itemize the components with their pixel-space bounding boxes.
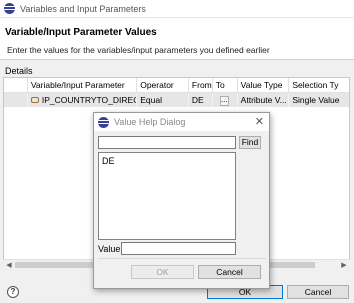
list-item[interactable]: DE — [102, 156, 232, 166]
input-parameter-icon — [30, 96, 39, 103]
column-header-operator[interactable]: Operator — [137, 78, 189, 93]
page-title: Variable/Input Parameter Values — [5, 27, 157, 38]
dialog-search-input[interactable] — [98, 136, 236, 149]
eclipse-app-icon — [98, 116, 109, 128]
scroll-left-icon[interactable]: ◀ — [4, 261, 14, 270]
row-spacer-cell — [4, 93, 28, 107]
column-header-selection-type[interactable]: Selection Ty — [289, 78, 349, 93]
find-button[interactable]: Find — [239, 136, 261, 149]
wizard-header: Variable/Input Parameter Values Enter th… — [0, 18, 354, 60]
parameter-name: IP_COUNTRYTO_DIRECT — [41, 95, 138, 105]
dialog-divider — [98, 258, 266, 259]
value-type-cell[interactable]: Attribute V... — [238, 93, 290, 107]
to-browse-button[interactable]: ... — [219, 95, 229, 106]
cancel-button[interactable]: Cancel — [287, 285, 349, 299]
help-icon[interactable]: ? — [7, 286, 19, 298]
from-cell[interactable]: DE — [189, 93, 213, 107]
value-input[interactable] — [121, 242, 236, 255]
window-titlebar: Variables and Input Parameters — [0, 0, 354, 18]
values-list[interactable]: DE — [98, 152, 236, 240]
page-subtitle: Enter the values for the variables/input… — [7, 45, 270, 55]
to-cell[interactable]: ... — [213, 93, 238, 107]
column-header-to[interactable]: To — [213, 78, 238, 93]
value-help-dialog: Value Help Dialog ✕ Find DE Value: OK Ca… — [93, 112, 270, 289]
eclipse-app-icon — [4, 3, 15, 14]
value-label: Value: — [98, 244, 123, 254]
column-header-icon[interactable] — [4, 78, 28, 93]
dialog-cancel-button[interactable]: Cancel — [198, 265, 261, 279]
column-header-parameter[interactable]: Variable/Input Parameter — [28, 78, 138, 93]
close-icon[interactable]: ✕ — [255, 115, 264, 128]
dialog-titlebar: Value Help Dialog ✕ — [94, 113, 269, 131]
table-header: Variable/Input Parameter Operator From T… — [4, 78, 349, 93]
details-label: Details — [5, 66, 33, 76]
column-header-from[interactable]: From — [189, 78, 213, 93]
selection-type-cell[interactable]: Single Value — [289, 93, 349, 107]
table-row[interactable]: IP_COUNTRYTO_DIRECT Equal DE ... Attribu… — [4, 93, 349, 107]
dialog-title: Value Help Dialog — [114, 117, 186, 127]
dialog-ok-button[interactable]: OK — [131, 265, 194, 279]
parameter-cell[interactable]: IP_COUNTRYTO_DIRECT — [28, 93, 138, 107]
scroll-right-icon[interactable]: ▶ — [339, 261, 349, 270]
column-header-value-type[interactable]: Value Type — [238, 78, 290, 93]
window-title: Variables and Input Parameters — [20, 3, 146, 14]
operator-cell[interactable]: Equal — [137, 93, 189, 107]
